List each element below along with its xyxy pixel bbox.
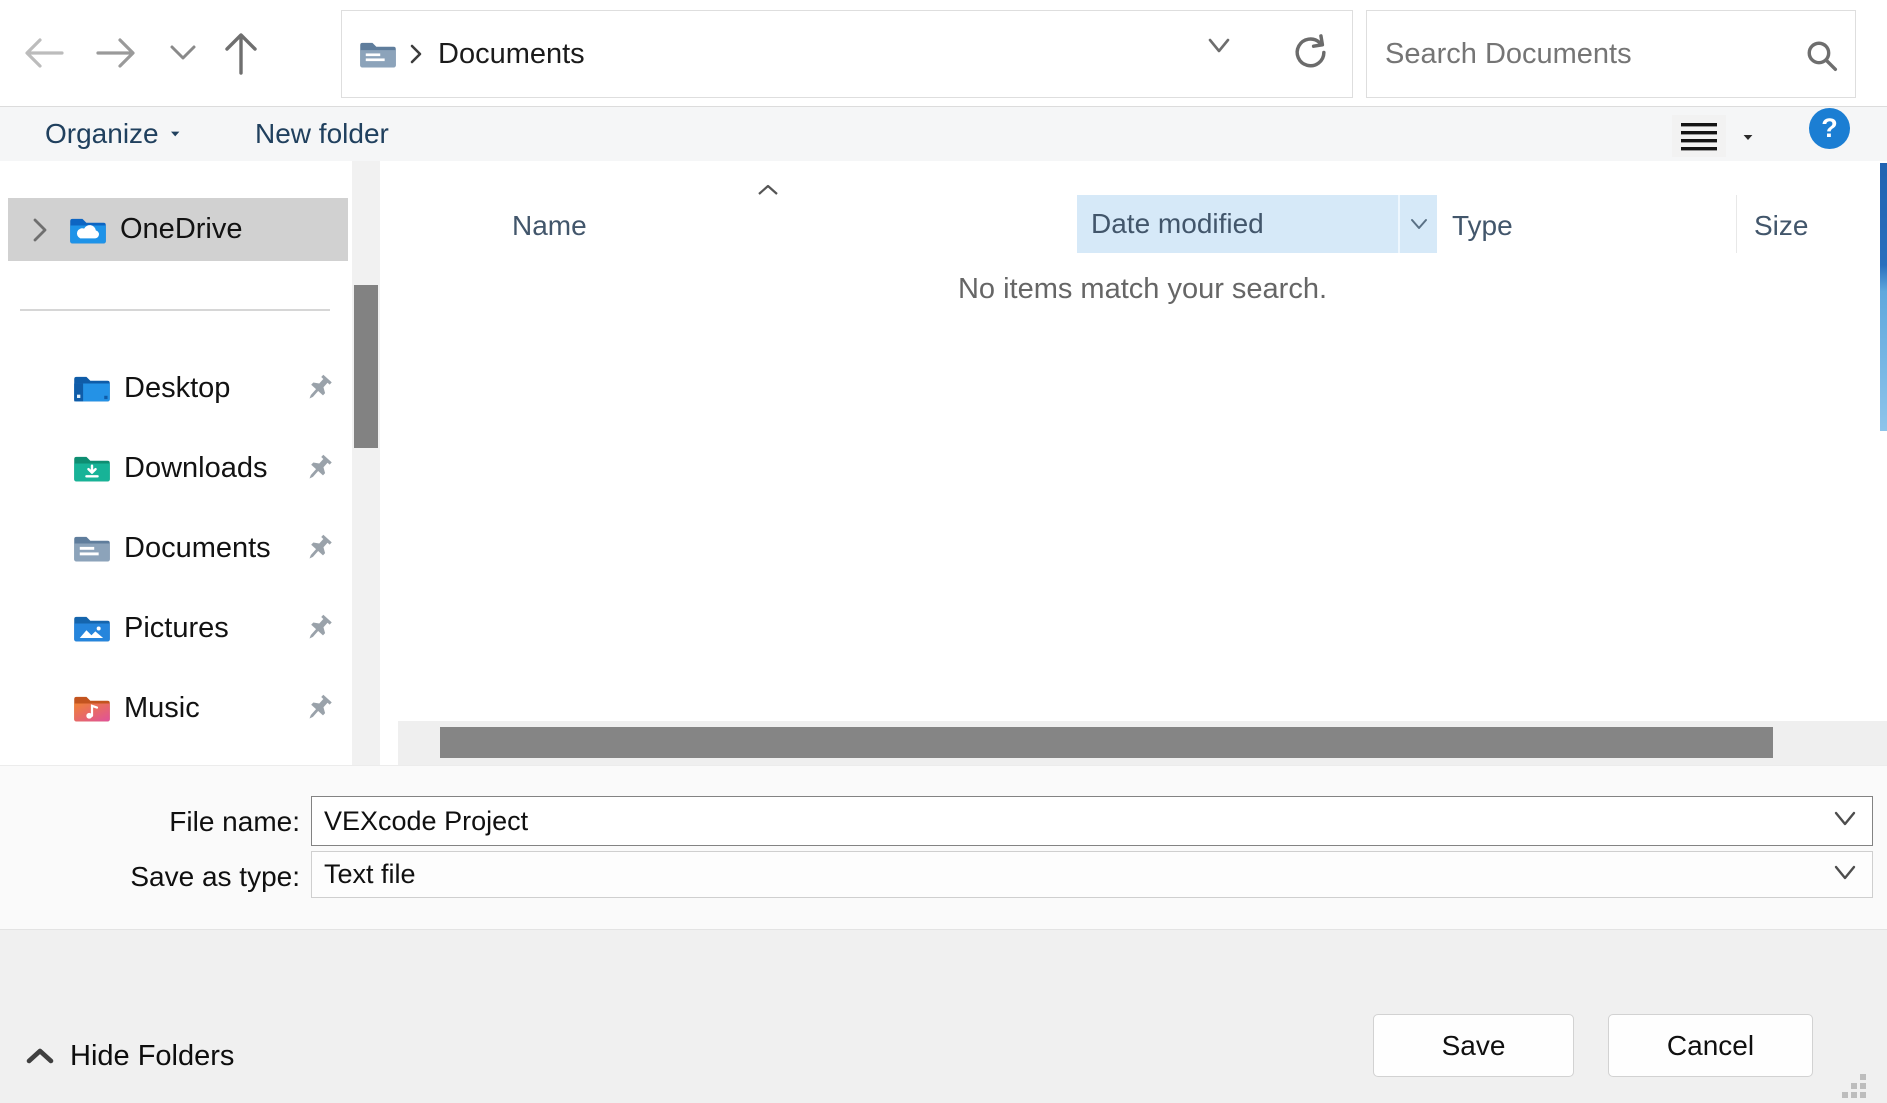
- address-bar[interactable]: Documents: [341, 10, 1353, 98]
- navigation-pane: OneDrive Desktop Downloads Documents: [0, 161, 394, 765]
- save-button[interactable]: Save: [1373, 1014, 1574, 1077]
- help-button[interactable]: ?: [1809, 108, 1850, 149]
- pin-icon: [302, 370, 336, 406]
- sidebar-scrollbar[interactable]: [352, 161, 380, 765]
- column-filter-chevron-icon[interactable]: [1408, 216, 1430, 232]
- new-folder-label: New folder: [255, 118, 389, 150]
- documents-folder-icon: [358, 37, 398, 71]
- navigation-bar: Documents: [0, 0, 1887, 107]
- breadcrumb-chevron-icon: [408, 43, 424, 65]
- change-view-button[interactable]: [1672, 115, 1726, 157]
- forward-button[interactable]: [92, 28, 142, 78]
- hide-folders-label: Hide Folders: [70, 1040, 234, 1073]
- file-name-dropdown-icon[interactable]: [1830, 809, 1860, 829]
- pin-icon: [302, 690, 336, 726]
- sidebar-item-label: Desktop: [124, 372, 230, 405]
- arrow-left-icon: [22, 36, 64, 70]
- arrow-up-icon: [223, 31, 259, 75]
- sidebar-item-label: Music: [124, 692, 200, 725]
- sidebar-item-pictures[interactable]: Pictures: [0, 600, 350, 656]
- save-as-type-label: Save as type:: [80, 861, 300, 893]
- music-folder-icon: [72, 691, 112, 725]
- file-name-input[interactable]: [311, 796, 1873, 846]
- list-view-icon: [1679, 120, 1719, 152]
- organize-caret-icon: [171, 132, 179, 137]
- column-header-label: Date modified: [1091, 195, 1264, 253]
- chevron-down-icon: [169, 44, 197, 62]
- address-dropdown-button[interactable]: [1202, 35, 1236, 57]
- arrow-right-icon: [96, 36, 138, 70]
- expander-chevron-icon[interactable]: [30, 216, 50, 244]
- sidebar-divider: [20, 309, 330, 311]
- search-box: [1366, 10, 1856, 98]
- column-header-type[interactable]: Type: [1452, 198, 1513, 254]
- organize-label: Organize: [45, 118, 159, 150]
- onedrive-folder-icon: [68, 213, 108, 247]
- refresh-icon[interactable]: [1290, 33, 1330, 73]
- search-input[interactable]: [1367, 11, 1855, 97]
- downloads-folder-icon: [72, 451, 112, 485]
- documents-folder-icon: [72, 531, 112, 565]
- sidebar-item-music[interactable]: Music: [0, 680, 350, 736]
- file-list-area: Name Date modified Type Size No items ma…: [398, 161, 1887, 765]
- sidebar-item-desktop[interactable]: Desktop: [0, 360, 350, 416]
- up-button[interactable]: [216, 28, 266, 78]
- cancel-button[interactable]: Cancel: [1608, 1014, 1813, 1077]
- hide-folders-button[interactable]: Hide Folders: [24, 1028, 234, 1084]
- sidebar-item-documents[interactable]: Documents: [0, 520, 350, 576]
- organize-button[interactable]: Organize: [45, 107, 185, 161]
- pictures-folder-icon: [72, 611, 112, 645]
- window-resize-grip[interactable]: [1842, 1074, 1868, 1100]
- column-filter-divider: [1398, 195, 1400, 253]
- save-as-type-select[interactable]: Text file: [311, 851, 1873, 898]
- help-question-icon: ?: [1821, 113, 1838, 144]
- empty-folder-message: No items match your search.: [398, 273, 1887, 306]
- sidebar-scrollbar-thumb[interactable]: [354, 285, 378, 448]
- search-icon[interactable]: [1805, 39, 1839, 73]
- sidebar-item-onedrive[interactable]: OneDrive: [8, 198, 348, 261]
- column-header-size[interactable]: Size: [1754, 198, 1808, 254]
- breadcrumb-folder[interactable]: Documents: [438, 38, 585, 71]
- sidebar-item-downloads[interactable]: Downloads: [0, 440, 350, 496]
- view-options-caret-icon[interactable]: [1744, 135, 1753, 140]
- column-header-date-modified[interactable]: Date modified: [1077, 195, 1437, 253]
- window-edge-scrollbar-thumb[interactable]: [1880, 163, 1887, 431]
- sidebar-item-label: Downloads: [124, 452, 267, 485]
- back-button[interactable]: [18, 28, 68, 78]
- pin-icon: [302, 530, 336, 566]
- pin-icon: [302, 450, 336, 486]
- desktop-folder-icon: [72, 371, 112, 405]
- new-folder-button[interactable]: New folder: [255, 107, 389, 161]
- sort-ascending-icon: [756, 183, 780, 197]
- horizontal-scrollbar[interactable]: [398, 721, 1887, 765]
- save-as-type-dropdown-icon[interactable]: [1830, 863, 1860, 883]
- column-divider: [1736, 195, 1737, 253]
- sidebar-item-label: Pictures: [124, 612, 229, 645]
- dialog-footer: Hide Folders Save Cancel: [0, 929, 1887, 1103]
- sidebar-item-label: OneDrive: [120, 213, 243, 246]
- file-name-label: File name:: [80, 806, 300, 838]
- dialog-toolbar: Organize New folder ?: [0, 107, 1887, 161]
- chevron-up-icon: [24, 1046, 56, 1066]
- pin-icon: [302, 610, 336, 646]
- horizontal-scrollbar-thumb[interactable]: [440, 727, 1773, 758]
- sidebar-item-label: Documents: [124, 532, 271, 565]
- recent-locations-button[interactable]: [158, 28, 208, 78]
- save-form-panel: File name: Save as type: Text file: [0, 765, 1887, 929]
- column-header-name[interactable]: Name: [512, 198, 587, 254]
